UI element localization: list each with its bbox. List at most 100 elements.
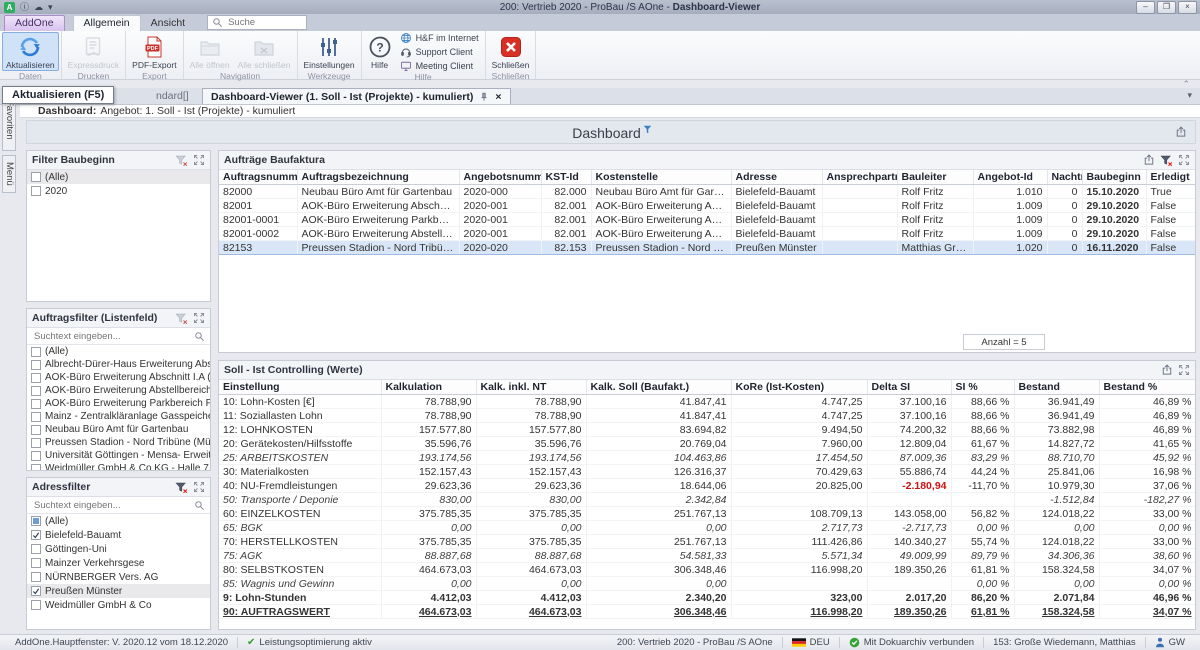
background-tab-fragment[interactable]: ndard[] [156, 90, 189, 102]
adressfilter-search-input[interactable] [32, 499, 191, 512]
active-filter-icon[interactable] [175, 481, 188, 494]
filter-list-item[interactable]: Weidmüller GmbH & Co KG - Halle 7 [27, 462, 210, 471]
filter-list-item[interactable]: Universität Göttingen - Mensa- Erweiteru… [27, 449, 210, 462]
table-row[interactable]: 70: HERSTELLKOSTEN375.785,35375.785,3525… [219, 535, 1196, 549]
column-header-kalk_inkl_nt[interactable]: Kalk. inkl. NT [476, 380, 586, 395]
filter-list-item[interactable]: Preussen Stadion - Nord Tribüne (Münster… [27, 436, 210, 449]
checkbox-unchecked[interactable] [31, 544, 41, 554]
filter-list-item[interactable]: (Alle) [27, 170, 210, 184]
column-header-bestand_pct[interactable]: Bestand % [1099, 380, 1196, 395]
checkbox-unchecked[interactable] [31, 438, 41, 448]
export-icon[interactable] [1143, 154, 1155, 166]
aktualisieren-button[interactable]: Aktualisieren [2, 32, 59, 71]
expand-icon[interactable] [1178, 154, 1190, 166]
schliessen-button[interactable]: Schließen [488, 32, 534, 71]
close-tab-icon[interactable]: × [495, 91, 501, 103]
expand-icon[interactable] [193, 312, 205, 324]
column-header-kst[interactable]: KST-Id [541, 170, 591, 185]
export-icon[interactable] [1161, 364, 1173, 376]
column-header-delta_si[interactable]: Delta SI [867, 380, 951, 395]
meeting-client-link[interactable]: Meeting Client [400, 60, 479, 72]
table-row[interactable]: 85: Wagnis und Gewinn0,000,000,000,00 %0… [219, 577, 1196, 591]
pdf-export-button[interactable]: PDF PDF-Export [128, 32, 180, 71]
column-header-bauleiter[interactable]: Bauleiter [897, 170, 973, 185]
checkbox-unchecked[interactable] [31, 425, 41, 435]
table-row[interactable]: 90: AUFTRAGSWERT464.673,03464.673,03306.… [219, 605, 1196, 619]
checkbox-unchecked[interactable] [31, 451, 41, 461]
column-header-kore[interactable]: KoRe (Ist-Kosten) [731, 380, 867, 395]
qat-dropdown-icon[interactable]: ▾ [48, 2, 53, 13]
filter-list-item[interactable]: Albrecht-Dürer-Haus Erweiterung Abschnit… [27, 358, 210, 371]
support-client-link[interactable]: Support Client [400, 46, 479, 58]
column-header-baubeginn[interactable]: Baubeginn [1082, 170, 1146, 185]
help-icon[interactable]: ⓘ [20, 2, 29, 13]
filter-list-item[interactable]: AOK-Büro Erweiterung Abschnitt I.A (Biel… [27, 371, 210, 384]
ribbon-search[interactable] [207, 15, 307, 30]
table-row[interactable]: 82153Preussen Stadion - Nord Tribüne (Mü… [219, 241, 1196, 255]
column-header-kalkulation[interactable]: Kalkulation [381, 380, 476, 395]
checkbox-unchecked[interactable] [31, 412, 41, 422]
checkbox-unchecked[interactable] [31, 572, 41, 582]
checkbox-unchecked[interactable] [31, 347, 41, 357]
hilfe-button[interactable]: ? Hilfe [364, 32, 396, 72]
column-header-nachtr[interactable]: Nachtr... [1047, 170, 1082, 185]
column-header-angebot_id[interactable]: Angebot-Id [973, 170, 1047, 185]
checkbox-unchecked[interactable] [31, 558, 41, 568]
table-row[interactable]: 25: ARBEITSKOSTEN193.174,56193.174,56104… [219, 451, 1196, 465]
table-row[interactable]: 82001AOK-Büro Erweiterung Abschnitt I.A … [219, 199, 1196, 213]
table-row[interactable]: 10: Lohn-Kosten [€]78.788,9078.788,9041.… [219, 395, 1196, 409]
headset-icon[interactable]: ☁ [34, 2, 43, 13]
tab-list-dropdown-icon[interactable]: ▾ [1187, 90, 1192, 101]
filter-funnel-icon[interactable] [643, 125, 652, 134]
table-row[interactable]: 75: AGK88.887,6888.887,6854.581,335.571,… [219, 549, 1196, 563]
checkbox-unchecked[interactable] [31, 360, 41, 370]
column-header-einstellung[interactable]: Einstellung [219, 380, 381, 395]
ribbon-search-input[interactable] [226, 16, 302, 29]
checkbox-unchecked[interactable] [31, 172, 41, 182]
ribbon-tab-allgemein[interactable]: Allgemein [73, 15, 141, 31]
filter-list-item[interactable]: AOK-Büro Erweiterung Parkbereich PKW [27, 397, 210, 410]
restore-button[interactable]: ❐ [1157, 1, 1176, 14]
filter-list-item[interactable]: Mainzer Verkehrsgese [27, 556, 210, 570]
filter-list-item[interactable]: 2020 [27, 184, 210, 198]
filter-list-item[interactable]: Göttingen-Uni [27, 542, 210, 556]
filter-list-item[interactable]: (Alle) [27, 345, 210, 358]
table-row[interactable]: 82000Neubau Büro Amt für Gartenbau2020-0… [219, 185, 1196, 199]
table-row[interactable]: 50: Transporte / Deponie830,00830,002.34… [219, 493, 1196, 507]
column-header-nr[interactable]: Auftragsnummer [219, 170, 297, 185]
ribbon-tab-ansicht[interactable]: Ansicht [141, 16, 195, 31]
filter-list-item[interactable]: Preußen Münster [27, 584, 210, 598]
checkbox-unchecked[interactable] [31, 386, 41, 396]
dashboard-selector-bar[interactable]: Dashboard: Angebot: 1. Soll - Ist (Proje… [20, 105, 1200, 118]
column-header-kalk_soll[interactable]: Kalk. Soll (Baufakt.) [586, 380, 731, 395]
table-row[interactable]: 65: BGK0,000,000,002.717,73-2.717,730,00… [219, 521, 1196, 535]
table-row[interactable]: 20: Gerätekosten/Hilfsstoffe35.596,7635.… [219, 437, 1196, 451]
clear-filter-icon[interactable] [175, 154, 188, 167]
table-row[interactable]: 9: Lohn-Stunden4.412,034.412,032.340,203… [219, 591, 1196, 605]
table-row[interactable]: 80: SELBSTKOSTEN464.673,03464.673,03306.… [219, 563, 1196, 577]
column-header-angebotsnr[interactable]: Angebotsnummer [459, 170, 541, 185]
einstellungen-button[interactable]: Einstellungen [300, 32, 359, 71]
table-row[interactable]: 12: LOHNKOSTEN157.577,80157.577,8083.694… [219, 423, 1196, 437]
close-window-button[interactable]: × [1178, 1, 1197, 14]
table-row[interactable]: 82001-0001AOK-Büro Erweiterung Parkberei… [219, 213, 1196, 227]
expand-icon[interactable] [1178, 364, 1190, 376]
checkbox-partial[interactable] [31, 516, 41, 526]
checkbox-checked[interactable] [31, 586, 41, 596]
expand-icon[interactable] [193, 154, 205, 166]
column-header-erledigt[interactable]: Erledigt [1146, 170, 1196, 185]
table-row[interactable]: 11: Soziallasten Lohn78.788,9078.788,904… [219, 409, 1196, 423]
checkbox-unchecked[interactable] [31, 600, 41, 610]
filter-list-item[interactable]: Bielefeld-Bauamt [27, 528, 210, 542]
checkbox-checked[interactable] [31, 530, 41, 540]
column-header-si_pct[interactable]: SI % [951, 380, 1014, 395]
checkbox-unchecked[interactable] [31, 186, 41, 196]
minimize-button[interactable]: – [1136, 1, 1155, 14]
hf-im-internet-link[interactable]: H&F im Internet [400, 32, 479, 44]
filter-list-item[interactable]: Mainz - Zentralkläranlage Gasspeicherkap… [27, 410, 210, 423]
column-header-adresse[interactable]: Adresse [731, 170, 822, 185]
column-header-kostenstelle[interactable]: Kostenstelle [591, 170, 731, 185]
checkbox-unchecked[interactable] [31, 373, 41, 383]
clear-filter-icon[interactable] [175, 312, 188, 325]
sidebar-tab-menue[interactable]: Menü [2, 155, 16, 193]
